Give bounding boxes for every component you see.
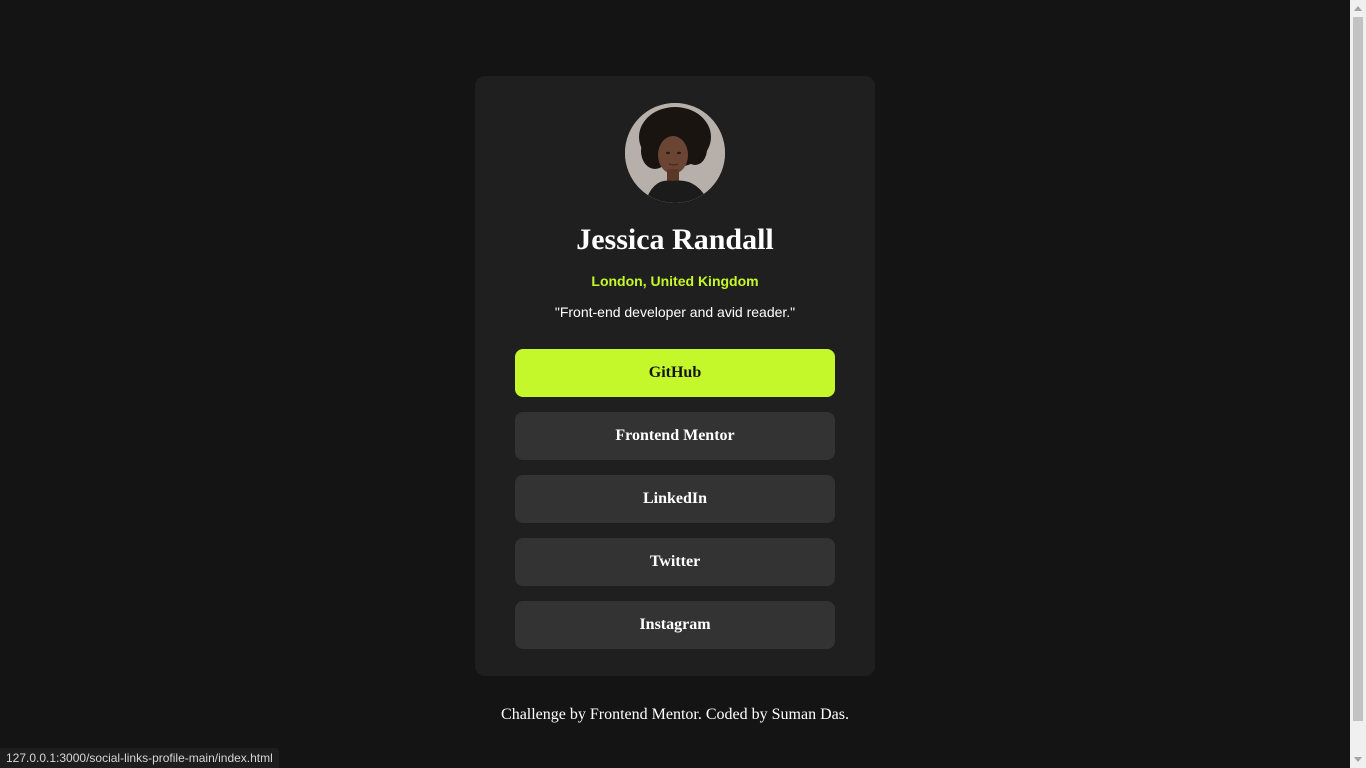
github-link-button[interactable]: GitHub bbox=[515, 349, 835, 397]
profile-bio: "Front-end developer and avid reader." bbox=[554, 304, 796, 320]
avatar-photo bbox=[625, 103, 725, 203]
linkedin-link-button[interactable]: LinkedIn bbox=[515, 475, 835, 523]
avatar bbox=[625, 103, 725, 203]
status-bar-url: 127.0.0.1:3000/social-links-profile-main… bbox=[0, 748, 279, 768]
frontend-mentor-link-button[interactable]: Frontend Mentor bbox=[515, 412, 835, 460]
instagram-link-button[interactable]: Instagram bbox=[515, 601, 835, 649]
scroll-down-icon[interactable] bbox=[1354, 757, 1362, 762]
profile-card: Jessica Randall London, United Kingdom "… bbox=[475, 76, 875, 676]
attribution-footer: Challenge by Frontend Mentor. Coded by S… bbox=[501, 706, 849, 723]
social-links-list: GitHub Frontend Mentor LinkedIn Twitter … bbox=[515, 349, 835, 649]
vertical-scrollbar[interactable] bbox=[1350, 0, 1366, 768]
profile-location: London, United Kingdom bbox=[591, 273, 759, 289]
scrollbar-thumb[interactable] bbox=[1353, 17, 1363, 721]
twitter-link-button[interactable]: Twitter bbox=[515, 538, 835, 586]
scroll-up-icon[interactable] bbox=[1354, 6, 1362, 11]
profile-name: Jessica Randall bbox=[576, 223, 774, 256]
